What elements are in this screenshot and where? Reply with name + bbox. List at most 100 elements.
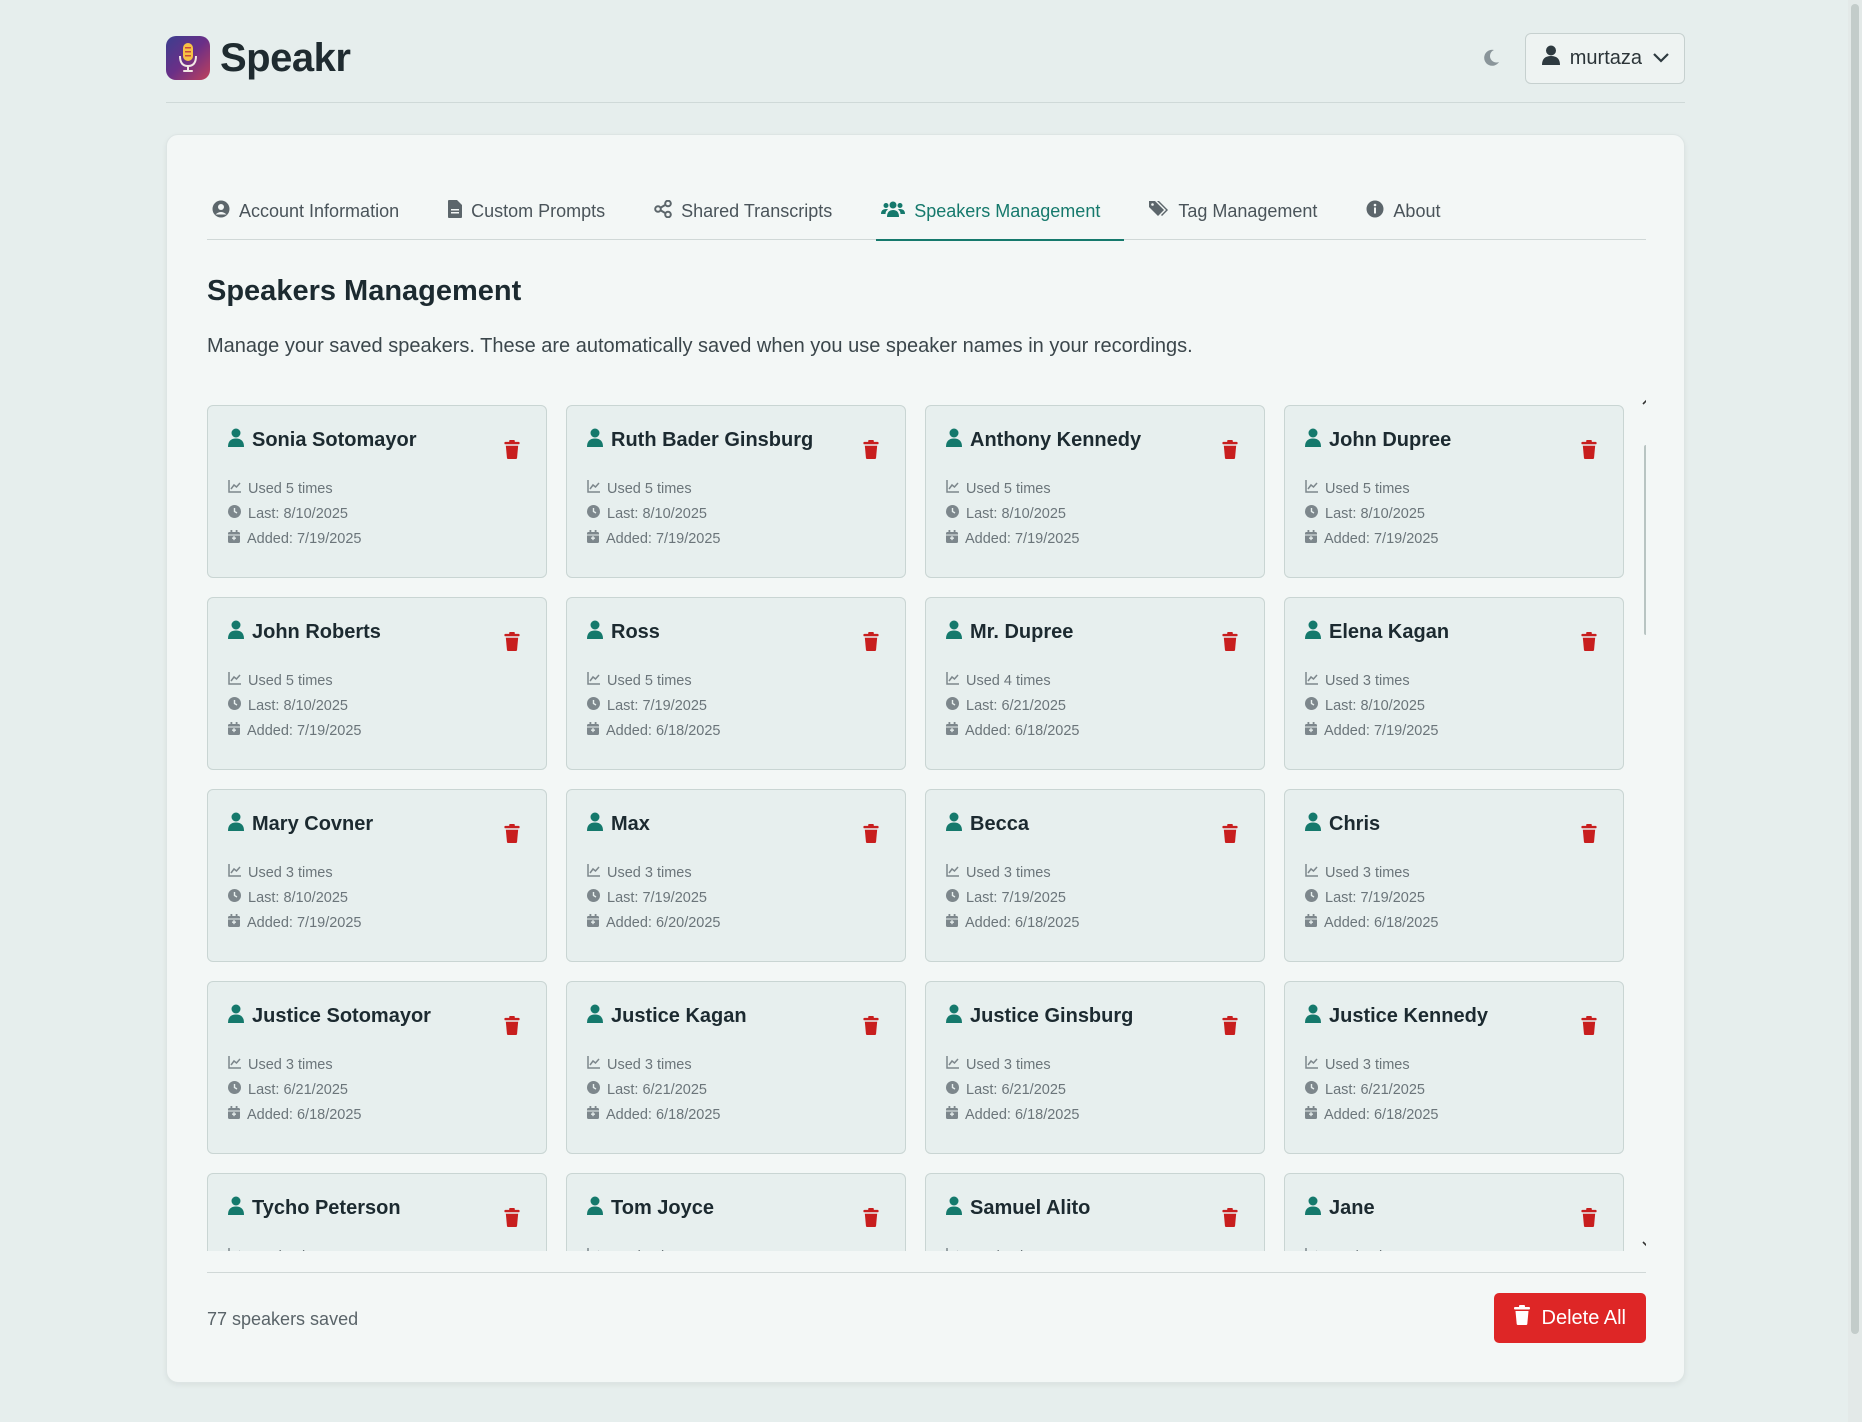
speaker-name: Elena Kagan <box>1329 620 1450 643</box>
usage-row: Used 5 times <box>1305 480 1623 497</box>
user-icon <box>587 620 603 644</box>
list-scrollbar[interactable] <box>1640 395 1646 1251</box>
user-icon <box>587 812 603 836</box>
tab-speakers-management[interactable]: Speakers Management <box>876 183 1125 241</box>
file-icon <box>448 200 463 223</box>
tab-shared-transcripts[interactable]: Shared Transcripts <box>649 183 856 240</box>
trash-icon[interactable] <box>1581 1208 1599 1228</box>
usage-text: Used 5 times <box>1325 480 1410 497</box>
speaker-name: Ruth Bader Ginsburg <box>611 428 814 451</box>
speaker-card: Sonia Sotomayor Used 5 times Last: 8/10/… <box>207 405 547 578</box>
added-text: Added: 7/19/2025 <box>247 530 362 547</box>
trash-icon[interactable] <box>1581 1016 1599 1036</box>
page-scrollbar[interactable] <box>1848 0 1862 1422</box>
trash-icon[interactable] <box>1222 1016 1240 1036</box>
usage-text: Used 3 times <box>1325 672 1410 689</box>
trash-icon[interactable] <box>863 440 881 460</box>
list-scrollbar-thumb[interactable] <box>1644 445 1646 635</box>
delete-all-button[interactable]: Delete All <box>1493 1293 1646 1343</box>
scroll-down-arrow-icon[interactable] <box>1640 1237 1646 1251</box>
trash-icon[interactable] <box>504 632 522 652</box>
speaker-name: Sonia Sotomayor <box>252 428 417 451</box>
trash-icon[interactable] <box>504 1016 522 1036</box>
user-icon <box>587 428 603 452</box>
usage-text: Used 3 times <box>248 864 333 881</box>
trash-icon[interactable] <box>1222 1208 1240 1228</box>
added-row: Added: 7/19/2025 <box>946 530 1264 547</box>
trash-icon[interactable] <box>1581 632 1599 652</box>
clock-icon <box>587 505 600 522</box>
usage-row: Used 3 times <box>1305 1056 1623 1073</box>
speaker-card: Mr. Dupree Used 4 times Last: 6/21/2025 <box>925 597 1265 770</box>
clock-icon <box>587 889 600 906</box>
speaker-card: Justice Kennedy Used 3 times Last: 6/21/… <box>1284 981 1624 1154</box>
tab-tag-management[interactable]: Tag Management <box>1144 183 1341 240</box>
usage-row: Used 3 times <box>587 864 905 881</box>
user-circle-icon <box>212 200 230 223</box>
page-scrollbar-thumb[interactable] <box>1851 4 1859 1334</box>
user-icon <box>228 812 244 836</box>
calendar-icon <box>946 1106 958 1123</box>
speaker-card: Elena Kagan Used 3 times Last: 8/10/2025 <box>1284 597 1624 770</box>
usage-text: Used 3 times <box>607 1056 692 1073</box>
last-used-text: Last: 8/10/2025 <box>607 505 707 522</box>
trash-icon[interactable] <box>1581 824 1599 844</box>
chart-line-icon <box>1305 1056 1318 1073</box>
usage-text: Used 3 times <box>966 1056 1051 1073</box>
speakers-list[interactable]: Sonia Sotomayor Used 5 times Last: 8/10/… <box>207 395 1646 1251</box>
clock-icon <box>228 697 241 714</box>
chart-line-icon <box>228 672 241 689</box>
usage-row: Used 3 times <box>228 1248 546 1251</box>
added-text: Added: 7/19/2025 <box>247 722 362 739</box>
trash-icon[interactable] <box>504 824 522 844</box>
added-text: Added: 7/19/2025 <box>606 530 721 547</box>
user-icon <box>1305 428 1321 452</box>
user-icon <box>946 812 962 836</box>
tab-custom-prompts[interactable]: Custom Prompts <box>443 183 629 240</box>
trash-icon[interactable] <box>863 632 881 652</box>
speaker-card: John Roberts Used 5 times Last: 8/10/202… <box>207 597 547 770</box>
speaker-card: Mary Covner Used 3 times Last: 8/10/2025 <box>207 789 547 962</box>
trash-icon[interactable] <box>1222 440 1240 460</box>
speaker-name: Justice Sotomayor <box>252 1004 431 1027</box>
speaker-name: Justice Ginsburg <box>970 1004 1134 1027</box>
scroll-up-arrow-icon[interactable] <box>1640 395 1646 409</box>
app-name: Speakr <box>220 35 351 80</box>
usage-text: Used 3 times <box>248 1249 333 1252</box>
usage-text: Used 3 times <box>966 1249 1051 1252</box>
moon-icon[interactable] <box>1479 46 1503 70</box>
trash-icon[interactable] <box>504 440 522 460</box>
speaker-card: Ruth Bader Ginsburg Used 5 times Last: 8… <box>566 405 906 578</box>
trash-icon[interactable] <box>863 824 881 844</box>
info-icon <box>1366 200 1384 223</box>
user-menu-button[interactable]: murtaza <box>1524 32 1685 84</box>
trash-icon[interactable] <box>1581 440 1599 460</box>
trash-icon[interactable] <box>863 1208 881 1228</box>
clock-icon <box>1305 889 1318 906</box>
trash-icon[interactable] <box>1222 824 1240 844</box>
last-used-text: Last: 8/10/2025 <box>248 889 348 906</box>
chart-line-icon <box>1305 480 1318 497</box>
trash-icon[interactable] <box>504 1208 522 1228</box>
share-icon <box>654 199 672 223</box>
last-used-row: Last: 8/10/2025 <box>946 505 1264 522</box>
tab-account-information[interactable]: Account Information <box>207 183 423 240</box>
clock-icon <box>587 1081 600 1098</box>
usage-text: Used 3 times <box>248 1056 333 1073</box>
usage-text: Used 5 times <box>248 672 333 689</box>
speaker-card: Justice Ginsburg Used 3 times Last: 6/21… <box>925 981 1265 1154</box>
usage-text: Used 3 times <box>1325 1056 1410 1073</box>
usage-text: Used 5 times <box>248 480 333 497</box>
user-icon <box>1305 620 1321 644</box>
added-text: Added: 6/18/2025 <box>247 1106 362 1123</box>
added-text: Added: 6/18/2025 <box>965 914 1080 931</box>
trash-icon[interactable] <box>863 1016 881 1036</box>
usage-text: Used 3 times <box>1325 864 1410 881</box>
last-used-text: Last: 6/21/2025 <box>966 697 1066 714</box>
tab-about[interactable]: About <box>1361 183 1464 240</box>
user-icon <box>228 428 244 452</box>
last-used-row: Last: 8/10/2025 <box>1305 697 1623 714</box>
trash-icon[interactable] <box>1222 632 1240 652</box>
usage-row: Used 3 times <box>1305 864 1623 881</box>
brand[interactable]: Speakr <box>166 35 351 81</box>
